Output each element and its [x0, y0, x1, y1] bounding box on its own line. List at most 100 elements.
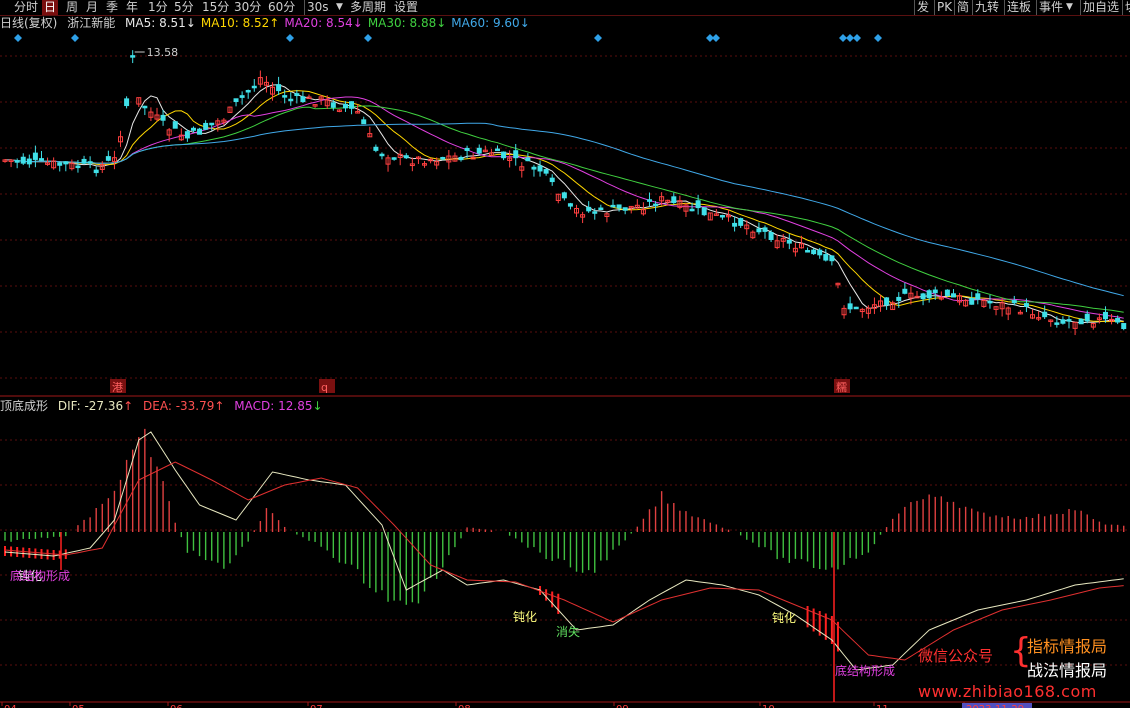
- macd-value: MACD: 12.85: [234, 399, 313, 413]
- chart-canvas[interactable]: 13.58港q糯钝化底结构形成钝化消失钝化底结构形成 0405060708091…: [0, 0, 1130, 708]
- toolbar-button-0[interactable]: 发: [914, 0, 931, 15]
- candle-body: [93, 169, 99, 174]
- toolbar-button-3[interactable]: 九转: [972, 0, 1001, 15]
- candle-body: [1066, 319, 1072, 322]
- toolbar-button-4[interactable]: 连板: [1004, 0, 1033, 15]
- toolbar-button-6[interactable]: 加自选: [1080, 0, 1121, 15]
- toolbar-button-7[interactable]: 切: [1122, 0, 1130, 15]
- candle-body: [513, 150, 519, 159]
- period-tab-0[interactable]: 分时: [12, 0, 40, 15]
- candle-body: [20, 156, 26, 164]
- candle-body: [1084, 313, 1090, 322]
- candle-body: [124, 98, 130, 107]
- period-tab-10[interactable]: 60分: [266, 0, 297, 15]
- candle-body: [172, 121, 178, 129]
- period-toolbar: 分时日周月季年 1分 5分 15分 30分 60分 30s 多周期 设置 ▼ 发 PK 简九转 连板 事件加…: [0, 0, 1130, 16]
- annotation-label: 底结构形成: [835, 663, 895, 678]
- candle-body: [549, 177, 555, 183]
- chevron-down-icon[interactable]: ▼: [336, 0, 343, 15]
- candle-body: [525, 157, 531, 162]
- candle-body: [32, 152, 38, 160]
- signal-diamond: [874, 34, 882, 42]
- candle-body: [738, 218, 744, 226]
- candle-body: [561, 192, 567, 199]
- annotation-label: 消失: [556, 624, 580, 639]
- candle-body: [586, 206, 592, 212]
- main-chart-legend: 日线(复权) 浙江新能 MA5: 8.51↓ MA10: 8.52↑ MA20: 8…: [0, 15, 535, 31]
- candle-body: [987, 300, 993, 304]
- candle-body: [689, 208, 695, 212]
- candle-body: [847, 303, 853, 310]
- annotation-label: 底结构形成: [10, 568, 70, 583]
- candle-body: [1102, 311, 1108, 320]
- high-price-label: 13.58: [147, 46, 179, 59]
- period-tab-12[interactable]: 多周期: [348, 0, 388, 15]
- candle-body: [805, 250, 811, 253]
- period-tab-6[interactable]: 1分: [146, 0, 170, 15]
- event-tag: 港: [112, 381, 123, 394]
- candlestick-series: [2, 50, 1127, 336]
- axis-tick-label: 08: [458, 704, 471, 708]
- candle-body: [494, 148, 500, 152]
- candle-body: [610, 204, 616, 208]
- signal-diamond: [846, 34, 854, 42]
- chevron-down-icon[interactable]: ▼: [1066, 0, 1073, 15]
- watermark-name-1: 指标情报局: [1027, 637, 1108, 656]
- candle-body: [391, 157, 397, 160]
- signal-diamond: [712, 34, 720, 42]
- candle-body: [203, 122, 209, 130]
- signal-diamond: [594, 34, 602, 42]
- candle-body: [300, 96, 306, 103]
- candle-body: [817, 249, 823, 256]
- signal-diamond: [14, 34, 22, 42]
- period-tab-8[interactable]: 15分: [200, 0, 231, 15]
- period-tab-5[interactable]: 年: [124, 0, 140, 15]
- candle-body: [762, 227, 768, 232]
- candle-body: [342, 103, 348, 109]
- axis-tick-label: 11: [876, 704, 889, 708]
- period-tab-1[interactable]: 日: [42, 0, 59, 15]
- candle-body: [1115, 317, 1121, 323]
- period-tab-4[interactable]: 季: [104, 0, 120, 15]
- ma-line-5: [5, 84, 1124, 324]
- candle-body: [403, 155, 409, 159]
- toolbar-button-1[interactable]: PK: [934, 0, 954, 15]
- period-tab-11[interactable]: 30s: [304, 0, 331, 15]
- candle-body: [1011, 300, 1017, 304]
- watermark-url: www.zhibiao168.com: [918, 682, 1097, 701]
- macd-arrow: ↓: [312, 399, 323, 413]
- candle-body: [756, 228, 762, 233]
- candle-body: [598, 207, 604, 211]
- candle-body: [38, 158, 44, 161]
- candle-body: [379, 153, 385, 157]
- period-tab-9[interactable]: 30分: [232, 0, 263, 15]
- candle-body: [349, 101, 355, 109]
- candle-body: [458, 156, 464, 161]
- ma-legend-item-3: MA30: 8.88↓: [367, 16, 447, 30]
- candle-body: [63, 161, 69, 165]
- toolbar-button-2[interactable]: 简: [954, 0, 971, 15]
- candle-body: [622, 207, 628, 211]
- period-tab-2[interactable]: 周: [64, 0, 80, 15]
- period-tab-7[interactable]: 5分: [172, 0, 196, 15]
- ma-legend-item-0: MA5: 8.51↓: [125, 16, 196, 30]
- candle-body: [464, 147, 470, 152]
- candle-body: [829, 255, 835, 262]
- stock-name: 浙江新能: [67, 16, 116, 30]
- period-tab-3[interactable]: 月: [84, 0, 100, 15]
- annotation-label: 钝化: [513, 610, 537, 624]
- candle-body: [823, 254, 829, 261]
- toolbar-button-5[interactable]: 事件: [1036, 0, 1065, 15]
- candle-body: [543, 169, 549, 174]
- candle-body: [950, 293, 956, 298]
- period-tab-13[interactable]: 设置: [392, 0, 420, 15]
- candle-body: [14, 160, 20, 163]
- candle-body: [920, 293, 926, 300]
- candle-body: [105, 156, 111, 161]
- candle-body: [732, 222, 738, 227]
- axis-tick-label: 06: [170, 704, 183, 708]
- candle-body: [768, 232, 774, 240]
- chart-grid: [0, 55, 1130, 703]
- candle-body: [1121, 323, 1127, 330]
- signal-diamond: [71, 34, 79, 42]
